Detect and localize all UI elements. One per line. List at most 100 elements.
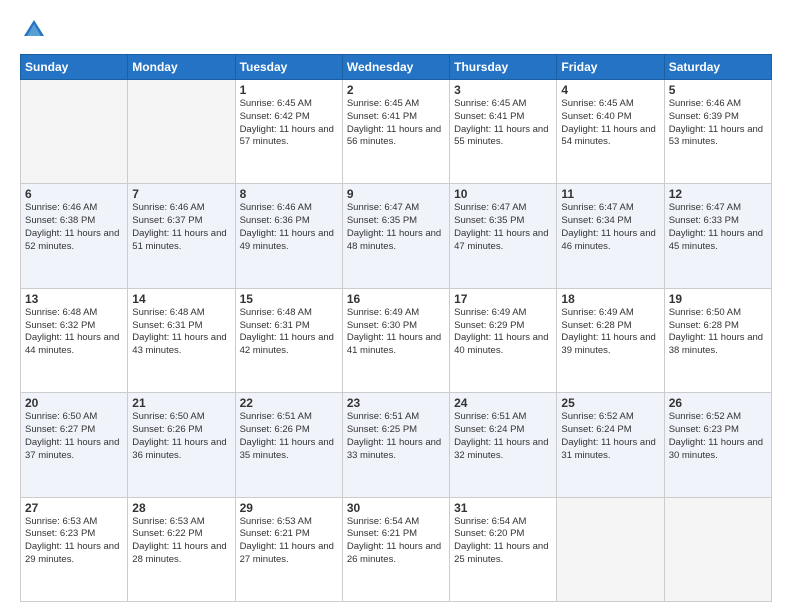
day-info: Sunrise: 6:51 AM Sunset: 6:24 PM Dayligh… — [454, 411, 548, 460]
day-number: 11 — [561, 187, 659, 201]
calendar-cell: 31Sunrise: 6:54 AM Sunset: 6:20 PM Dayli… — [450, 497, 557, 601]
calendar-header-monday: Monday — [128, 55, 235, 80]
calendar-cell: 15Sunrise: 6:48 AM Sunset: 6:31 PM Dayli… — [235, 288, 342, 392]
day-number: 4 — [561, 83, 659, 97]
calendar-cell — [557, 497, 664, 601]
calendar-week-row: 13Sunrise: 6:48 AM Sunset: 6:32 PM Dayli… — [21, 288, 772, 392]
day-info: Sunrise: 6:52 AM Sunset: 6:24 PM Dayligh… — [561, 411, 655, 460]
day-info: Sunrise: 6:54 AM Sunset: 6:21 PM Dayligh… — [347, 516, 441, 565]
calendar-cell: 28Sunrise: 6:53 AM Sunset: 6:22 PM Dayli… — [128, 497, 235, 601]
day-info: Sunrise: 6:51 AM Sunset: 6:26 PM Dayligh… — [240, 411, 334, 460]
calendar-cell: 27Sunrise: 6:53 AM Sunset: 6:23 PM Dayli… — [21, 497, 128, 601]
day-number: 8 — [240, 187, 338, 201]
day-info: Sunrise: 6:50 AM Sunset: 6:26 PM Dayligh… — [132, 411, 226, 460]
day-number: 5 — [669, 83, 767, 97]
calendar-cell: 24Sunrise: 6:51 AM Sunset: 6:24 PM Dayli… — [450, 393, 557, 497]
calendar-cell: 21Sunrise: 6:50 AM Sunset: 6:26 PM Dayli… — [128, 393, 235, 497]
day-info: Sunrise: 6:50 AM Sunset: 6:28 PM Dayligh… — [669, 307, 763, 356]
day-number: 31 — [454, 501, 552, 515]
calendar-cell: 16Sunrise: 6:49 AM Sunset: 6:30 PM Dayli… — [342, 288, 449, 392]
day-info: Sunrise: 6:54 AM Sunset: 6:20 PM Dayligh… — [454, 516, 548, 565]
calendar-cell: 18Sunrise: 6:49 AM Sunset: 6:28 PM Dayli… — [557, 288, 664, 392]
day-info: Sunrise: 6:52 AM Sunset: 6:23 PM Dayligh… — [669, 411, 763, 460]
day-number: 14 — [132, 292, 230, 306]
calendar-cell: 1Sunrise: 6:45 AM Sunset: 6:42 PM Daylig… — [235, 80, 342, 184]
calendar-cell: 5Sunrise: 6:46 AM Sunset: 6:39 PM Daylig… — [664, 80, 771, 184]
day-number: 29 — [240, 501, 338, 515]
calendar-cell: 6Sunrise: 6:46 AM Sunset: 6:38 PM Daylig… — [21, 184, 128, 288]
day-number: 12 — [669, 187, 767, 201]
day-number: 6 — [25, 187, 123, 201]
day-number: 28 — [132, 501, 230, 515]
calendar-cell: 25Sunrise: 6:52 AM Sunset: 6:24 PM Dayli… — [557, 393, 664, 497]
day-number: 13 — [25, 292, 123, 306]
day-info: Sunrise: 6:47 AM Sunset: 6:35 PM Dayligh… — [454, 202, 548, 251]
calendar-week-row: 20Sunrise: 6:50 AM Sunset: 6:27 PM Dayli… — [21, 393, 772, 497]
day-number: 1 — [240, 83, 338, 97]
calendar-week-row: 27Sunrise: 6:53 AM Sunset: 6:23 PM Dayli… — [21, 497, 772, 601]
day-info: Sunrise: 6:45 AM Sunset: 6:40 PM Dayligh… — [561, 98, 655, 147]
calendar-cell: 26Sunrise: 6:52 AM Sunset: 6:23 PM Dayli… — [664, 393, 771, 497]
day-info: Sunrise: 6:53 AM Sunset: 6:22 PM Dayligh… — [132, 516, 226, 565]
day-info: Sunrise: 6:53 AM Sunset: 6:21 PM Dayligh… — [240, 516, 334, 565]
calendar-cell — [128, 80, 235, 184]
calendar-cell: 30Sunrise: 6:54 AM Sunset: 6:21 PM Dayli… — [342, 497, 449, 601]
day-info: Sunrise: 6:51 AM Sunset: 6:25 PM Dayligh… — [347, 411, 441, 460]
logo — [20, 16, 52, 44]
day-info: Sunrise: 6:45 AM Sunset: 6:42 PM Dayligh… — [240, 98, 334, 147]
calendar-header-thursday: Thursday — [450, 55, 557, 80]
calendar-cell: 4Sunrise: 6:45 AM Sunset: 6:40 PM Daylig… — [557, 80, 664, 184]
page: SundayMondayTuesdayWednesdayThursdayFrid… — [0, 0, 792, 612]
calendar-cell: 10Sunrise: 6:47 AM Sunset: 6:35 PM Dayli… — [450, 184, 557, 288]
calendar-cell: 22Sunrise: 6:51 AM Sunset: 6:26 PM Dayli… — [235, 393, 342, 497]
day-number: 15 — [240, 292, 338, 306]
day-info: Sunrise: 6:48 AM Sunset: 6:31 PM Dayligh… — [240, 307, 334, 356]
day-number: 23 — [347, 396, 445, 410]
calendar-cell — [664, 497, 771, 601]
day-info: Sunrise: 6:49 AM Sunset: 6:28 PM Dayligh… — [561, 307, 655, 356]
calendar-cell: 11Sunrise: 6:47 AM Sunset: 6:34 PM Dayli… — [557, 184, 664, 288]
header — [20, 16, 772, 44]
day-number: 19 — [669, 292, 767, 306]
calendar-cell — [21, 80, 128, 184]
calendar-cell: 29Sunrise: 6:53 AM Sunset: 6:21 PM Dayli… — [235, 497, 342, 601]
day-number: 22 — [240, 396, 338, 410]
day-info: Sunrise: 6:50 AM Sunset: 6:27 PM Dayligh… — [25, 411, 119, 460]
day-info: Sunrise: 6:46 AM Sunset: 6:37 PM Dayligh… — [132, 202, 226, 251]
day-number: 10 — [454, 187, 552, 201]
calendar-cell: 23Sunrise: 6:51 AM Sunset: 6:25 PM Dayli… — [342, 393, 449, 497]
calendar-cell: 3Sunrise: 6:45 AM Sunset: 6:41 PM Daylig… — [450, 80, 557, 184]
calendar-header-friday: Friday — [557, 55, 664, 80]
day-info: Sunrise: 6:49 AM Sunset: 6:29 PM Dayligh… — [454, 307, 548, 356]
calendar-header-saturday: Saturday — [664, 55, 771, 80]
calendar-cell: 9Sunrise: 6:47 AM Sunset: 6:35 PM Daylig… — [342, 184, 449, 288]
day-number: 9 — [347, 187, 445, 201]
day-number: 18 — [561, 292, 659, 306]
day-number: 21 — [132, 396, 230, 410]
day-number: 2 — [347, 83, 445, 97]
day-number: 26 — [669, 396, 767, 410]
calendar-cell: 20Sunrise: 6:50 AM Sunset: 6:27 PM Dayli… — [21, 393, 128, 497]
calendar-cell: 19Sunrise: 6:50 AM Sunset: 6:28 PM Dayli… — [664, 288, 771, 392]
day-info: Sunrise: 6:47 AM Sunset: 6:33 PM Dayligh… — [669, 202, 763, 251]
calendar-header-tuesday: Tuesday — [235, 55, 342, 80]
day-info: Sunrise: 6:47 AM Sunset: 6:35 PM Dayligh… — [347, 202, 441, 251]
day-info: Sunrise: 6:53 AM Sunset: 6:23 PM Dayligh… — [25, 516, 119, 565]
calendar-cell: 14Sunrise: 6:48 AM Sunset: 6:31 PM Dayli… — [128, 288, 235, 392]
calendar-cell: 12Sunrise: 6:47 AM Sunset: 6:33 PM Dayli… — [664, 184, 771, 288]
calendar-header-sunday: Sunday — [21, 55, 128, 80]
day-number: 27 — [25, 501, 123, 515]
day-number: 3 — [454, 83, 552, 97]
day-number: 20 — [25, 396, 123, 410]
day-number: 25 — [561, 396, 659, 410]
day-info: Sunrise: 6:46 AM Sunset: 6:38 PM Dayligh… — [25, 202, 119, 251]
day-info: Sunrise: 6:48 AM Sunset: 6:32 PM Dayligh… — [25, 307, 119, 356]
calendar-cell: 2Sunrise: 6:45 AM Sunset: 6:41 PM Daylig… — [342, 80, 449, 184]
day-info: Sunrise: 6:45 AM Sunset: 6:41 PM Dayligh… — [454, 98, 548, 147]
day-info: Sunrise: 6:49 AM Sunset: 6:30 PM Dayligh… — [347, 307, 441, 356]
day-info: Sunrise: 6:48 AM Sunset: 6:31 PM Dayligh… — [132, 307, 226, 356]
day-info: Sunrise: 6:46 AM Sunset: 6:36 PM Dayligh… — [240, 202, 334, 251]
logo-icon — [20, 16, 48, 44]
calendar-cell: 17Sunrise: 6:49 AM Sunset: 6:29 PM Dayli… — [450, 288, 557, 392]
calendar-header-row: SundayMondayTuesdayWednesdayThursdayFrid… — [21, 55, 772, 80]
